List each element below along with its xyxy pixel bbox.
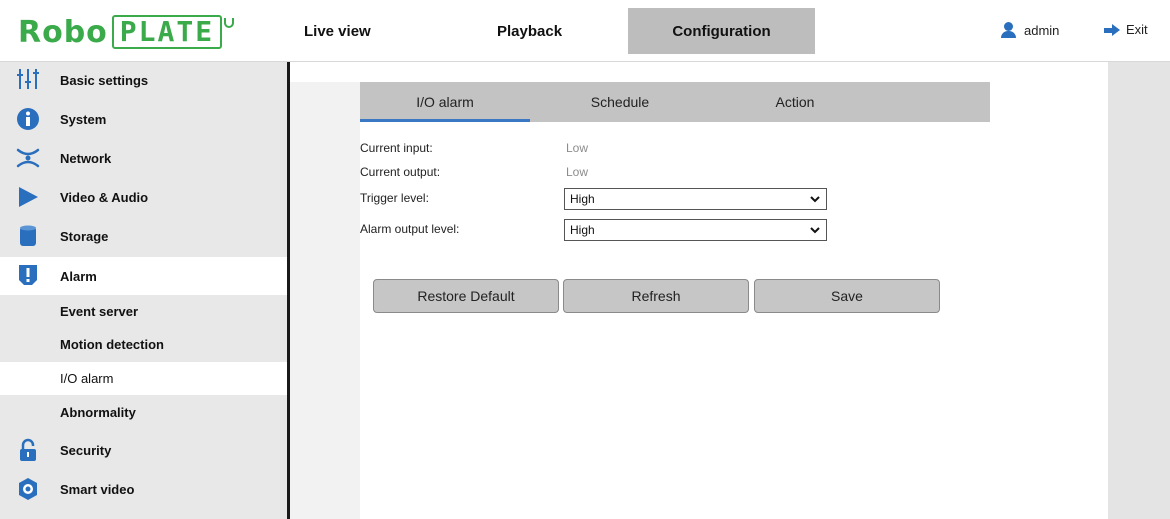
nav-playback[interactable]: Playback (497, 8, 562, 54)
exit-label: Exit (1126, 22, 1148, 37)
current-output-row: Current output: Low (360, 162, 830, 184)
database-icon (20, 225, 36, 246)
user-icon (1000, 22, 1016, 38)
network-icon (16, 148, 40, 168)
exclamation-icon (19, 265, 37, 285)
nav-configuration[interactable]: Configuration (628, 8, 815, 54)
alarm-output-level-row: Alarm output level: High (360, 219, 830, 241)
chevron-down-icon (810, 227, 820, 234)
sidebar-item-label: Alarm (60, 268, 97, 284)
tab-schedule[interactable]: Schedule (550, 82, 690, 122)
lock-icon (20, 438, 36, 461)
alarm-output-level-value: High (570, 223, 595, 237)
sidebar-item-alarm[interactable]: Alarm (0, 257, 287, 295)
sidebar-subitem-label: Event server (60, 304, 139, 319)
arrow-right-icon (1104, 23, 1120, 36)
sidebar-subitem-motion-detection[interactable]: Motion detection (0, 328, 287, 361)
sidebar-item-system[interactable]: System (0, 100, 287, 138)
sidebar-subitem-io-alarm[interactable]: I/O alarm (0, 362, 287, 395)
sidebar-subitem-label: I/O alarm (60, 371, 114, 386)
save-button[interactable]: Save (754, 279, 940, 313)
main-content: I/O alarm Schedule Action Current input:… (290, 62, 1170, 519)
sidebar-item-label: Security (60, 442, 112, 458)
active-tab-indicator (360, 119, 530, 122)
tab-action[interactable]: Action (720, 82, 870, 122)
logo-robo-text: Robo (18, 14, 108, 50)
user-menu[interactable]: admin (1000, 22, 1059, 38)
alarm-output-level-label: Alarm output level: (360, 222, 460, 236)
right-gutter (1108, 82, 1170, 519)
info-icon (17, 108, 39, 130)
sidebar-subitem-abnormality[interactable]: Abnormality (0, 396, 287, 429)
current-output-value: Low (566, 165, 589, 179)
current-input-value: Low (566, 141, 589, 155)
sidebar-item-label: Storage (60, 228, 109, 244)
smart-video-icon (19, 478, 37, 500)
header: Robo PLATE Live view Playback Configurat… (0, 0, 1170, 62)
sidebar-subitem-label: Abnormality (60, 405, 136, 420)
tab-io-alarm[interactable]: I/O alarm (360, 82, 530, 122)
sidebar-item-smart-video[interactable]: Smart video (0, 470, 287, 508)
restore-default-button[interactable]: Restore Default (373, 279, 559, 313)
config-panel: I/O alarm Schedule Action Current input:… (360, 82, 1108, 519)
sidebar-item-network[interactable]: Network (0, 139, 287, 177)
sidebar-item-label: Video & Audio (60, 189, 149, 205)
robo-plate-logo: Robo PLATE (18, 14, 258, 50)
refresh-button[interactable]: Refresh (563, 279, 749, 313)
sidebar-item-label: Network (60, 150, 112, 166)
sidebar-item-video-audio[interactable]: Video & Audio (0, 178, 287, 216)
logo-mark-icon (224, 18, 235, 28)
logo-plate-text: PLATE (111, 15, 223, 49)
play-icon (19, 187, 38, 207)
sliders-icon (17, 69, 39, 89)
sidebar-subitem-event-server[interactable]: Event server (0, 295, 287, 328)
sidebar: Basic settings System Network Video & Au… (0, 62, 290, 519)
sidebar-item-label: Smart video (60, 481, 135, 497)
sidebar-item-storage[interactable]: Storage (0, 217, 287, 255)
trigger-level-label: Trigger level: (360, 191, 429, 205)
alarm-output-level-select[interactable]: High (564, 219, 827, 241)
trigger-level-row: Trigger level: High (360, 188, 830, 210)
current-output-label: Current output: (360, 165, 441, 179)
current-input-label: Current input: (360, 141, 433, 155)
sidebar-item-label: System (60, 111, 107, 127)
sidebar-item-label: Basic settings (60, 72, 149, 88)
sidebar-item-security[interactable]: Security (0, 431, 287, 469)
user-name: admin (1024, 22, 1060, 38)
trigger-level-select[interactable]: High (564, 188, 827, 210)
trigger-level-value: High (570, 192, 595, 206)
sidebar-subitem-label: Motion detection (60, 337, 164, 352)
tab-bar: I/O alarm Schedule Action (360, 82, 990, 122)
nav-live-view[interactable]: Live view (304, 8, 371, 54)
chevron-down-icon (810, 196, 820, 203)
sidebar-item-basic-settings[interactable]: Basic settings (0, 62, 287, 98)
current-input-row: Current input: Low (360, 138, 830, 160)
exit-button[interactable]: Exit (1104, 22, 1148, 37)
